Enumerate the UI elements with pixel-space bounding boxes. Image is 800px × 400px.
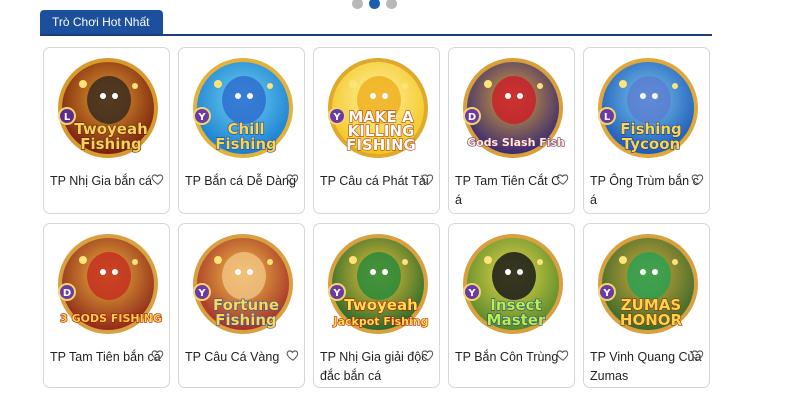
heart-icon[interactable] [691,172,705,186]
game-logo-text: Gods Slash Fish [467,136,565,149]
provider-badge-letter: L [64,112,71,123]
game-card[interactable]: Twoyeah Jackpot Fishing Y TP Nhị Gia giải đ… [313,223,440,388]
provider-badge: D [58,283,76,301]
game-name-row: TP Vinh Quang Của Zumas [590,348,704,386]
game-logo-text: Fishing [80,135,142,153]
game-card[interactable]: Chill Fishing Y TP Bắn cá Dễ Dàng [178,47,305,214]
game-name: TP Ông Trùm bắn cá [590,174,699,207]
game-card[interactable]: Fishing Tycoon L TP Ông Trùm bắn cá [583,47,710,214]
provider-badge-letter: L [604,112,611,123]
game-thumbnail[interactable]: MAKE A KILLING FISHING Y [323,56,433,166]
game-thumbnail[interactable]: Chill Fishing Y [188,56,298,166]
game-card[interactable]: Twoyeah Fishing L TP Nhị Gia bắn cá [43,47,170,214]
game-name-row: TP Tam Tiên Cắt Cá [455,172,569,210]
heart-icon[interactable] [556,172,570,186]
provider-badge: Y [598,283,616,301]
provider-badge-letter: Y [467,288,476,299]
heart-icon[interactable] [421,348,435,362]
game-name: TP Tam Tiên bắn cá [50,350,161,364]
game-thumbnail[interactable]: Gods Slash Fish D [458,56,568,166]
heart-icon[interactable] [286,172,300,186]
heart-icon[interactable] [421,172,435,186]
game-name-row: TP Bắn cá Dễ Dàng [185,172,299,191]
game-name: TP Vinh Quang Của Zumas [590,350,702,383]
game-card[interactable]: MAKE A KILLING FISHING Y TP Câu cá Phát Tài [313,47,440,214]
provider-badge: Y [193,283,211,301]
provider-badge: L [598,107,616,125]
game-name: TP Nhị Gia bắn cá [50,174,152,188]
game-thumbnail[interactable]: Twoyeah Fishing L [53,56,163,166]
provider-badge: Y [328,107,346,125]
provider-badge: Y [193,107,211,125]
provider-badge: Y [463,283,481,301]
carousel-dot[interactable] [352,0,363,9]
game-name: TP Bắn cá Dễ Dàng [185,174,296,188]
game-grid: Twoyeah Fishing L TP Nhị Gia bắn cá Chill Fis… [43,47,710,388]
heart-icon[interactable] [151,348,165,362]
game-card[interactable]: 3 GODS FISHING D TP Tam Tiên bắn cá [43,223,170,388]
game-name: TP Bắn Côn Trùng [455,350,559,364]
heart-icon[interactable] [151,172,165,186]
game-name-row: TP Bắn Côn Trùng [455,348,569,367]
game-thumbnail[interactable]: Fortune Fishing Y [188,232,298,342]
game-name-row: TP Nhị Gia giải độc đắc bắn cá [320,348,434,386]
section-header: Trò Chơi Hot Nhất [40,10,712,36]
game-thumbnail[interactable]: Twoyeah Jackpot Fishing Y [323,232,433,342]
game-logo-text: Tycoon [622,135,680,153]
game-logo-text: HONOR [620,311,683,329]
game-card[interactable]: Fortune Fishing Y TP Câu Cá Vàng [178,223,305,388]
game-name: TP Nhị Gia giải độc đắc bắn cá [320,350,428,383]
game-logo-text: FISHING [346,136,416,154]
game-logo-text: Fishing [215,311,277,329]
carousel-dot[interactable] [386,0,397,9]
game-name: TP Tam Tiên Cắt Cá [455,174,561,207]
game-logo-text: Jackpot Fishing [332,315,428,328]
heart-icon[interactable] [556,348,570,362]
provider-badge-letter: Y [332,288,341,299]
game-name: TP Câu Cá Vàng [185,350,280,364]
game-card[interactable]: Gods Slash Fish D TP Tam Tiên Cắt Cá [448,47,575,214]
heart-icon[interactable] [286,348,300,362]
provider-badge: L [58,107,76,125]
provider-badge-letter: Y [197,112,206,123]
provider-badge-letter: Y [332,112,341,123]
game-thumbnail[interactable]: ZUMAS HONOR Y [593,232,703,342]
game-logo-text: Fishing [215,135,277,153]
game-logo-text: 3 GODS FISHING [60,312,162,325]
provider-badge: D [463,107,481,125]
carousel-dot-active[interactable] [369,0,380,9]
game-name-row: TP Câu Cá Vàng [185,348,299,367]
provider-badge-letter: D [468,112,476,123]
game-name-row: TP Câu cá Phát Tài [320,172,434,191]
provider-badge-letter: Y [602,288,611,299]
game-logo-text: Twoyeah [344,296,418,314]
game-logo-text: Master [487,311,546,329]
game-name-row: TP Ông Trùm bắn cá [590,172,704,210]
provider-badge-letter: D [63,288,71,299]
game-card[interactable]: Insect Master Y TP Bắn Côn Trùng [448,223,575,388]
game-name-row: TP Tam Tiên bắn cá [50,348,164,367]
game-thumbnail[interactable]: Insect Master Y [458,232,568,342]
game-name-row: TP Nhị Gia bắn cá [50,172,164,191]
game-card[interactable]: ZUMAS HONOR Y TP Vinh Quang Của Zumas [583,223,710,388]
heart-icon[interactable] [691,348,705,362]
section-title: Trò Chơi Hot Nhất [40,10,164,34]
game-thumbnail[interactable]: Fishing Tycoon L [593,56,703,166]
game-thumbnail[interactable]: 3 GODS FISHING D [53,232,163,342]
provider-badge-letter: Y [197,288,206,299]
provider-badge: Y [328,283,346,301]
carousel-dots [352,0,397,9]
game-name: TP Câu cá Phát Tài [320,174,429,188]
